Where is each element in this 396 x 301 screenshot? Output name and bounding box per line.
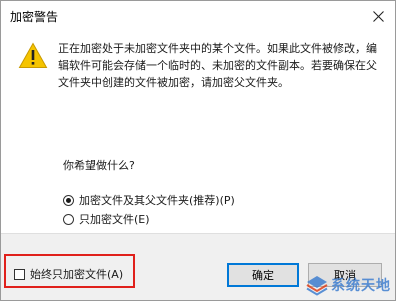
- radio-button[interactable]: [63, 194, 74, 206]
- option-encrypt-file-and-parent[interactable]: 加密文件及其父文件夹(推荐)(P): [63, 192, 235, 208]
- ok-button[interactable]: 确定: [227, 263, 299, 287]
- radio-button[interactable]: [63, 213, 74, 225]
- encryption-warning-dialog: 加密警告 正在加密处于未加密文件夹中的某个文件。如果此文件被修改，编辑软件可能会…: [0, 0, 396, 301]
- always-encrypt-file-only-checkbox[interactable]: 始终只加密文件(A): [14, 267, 123, 281]
- watermark-logo-icon: [306, 276, 328, 296]
- checkbox-label: 始终只加密文件(A): [30, 268, 124, 281]
- title-bar[interactable]: 加密警告: [1, 1, 395, 31]
- close-icon: [372, 10, 384, 22]
- option-encrypt-file-only[interactable]: 只加密文件(E): [63, 211, 150, 227]
- option-label: 加密文件及其父文件夹(推荐)(P): [79, 194, 235, 207]
- question-label: 你希望做什么?: [63, 159, 135, 172]
- checkbox[interactable]: [14, 268, 25, 280]
- option-label: 只加密文件(E): [79, 213, 150, 226]
- site-watermark: 系统天地: [305, 273, 391, 297]
- warning-icon: [18, 42, 48, 68]
- watermark-text: 系统天地: [331, 278, 391, 294]
- warning-message: 正在加密处于未加密文件夹中的某个文件。如果此文件被修改，编辑软件可能会存储一个临…: [58, 42, 377, 89]
- window-title: 加密警告: [10, 10, 59, 24]
- close-button[interactable]: [361, 1, 395, 31]
